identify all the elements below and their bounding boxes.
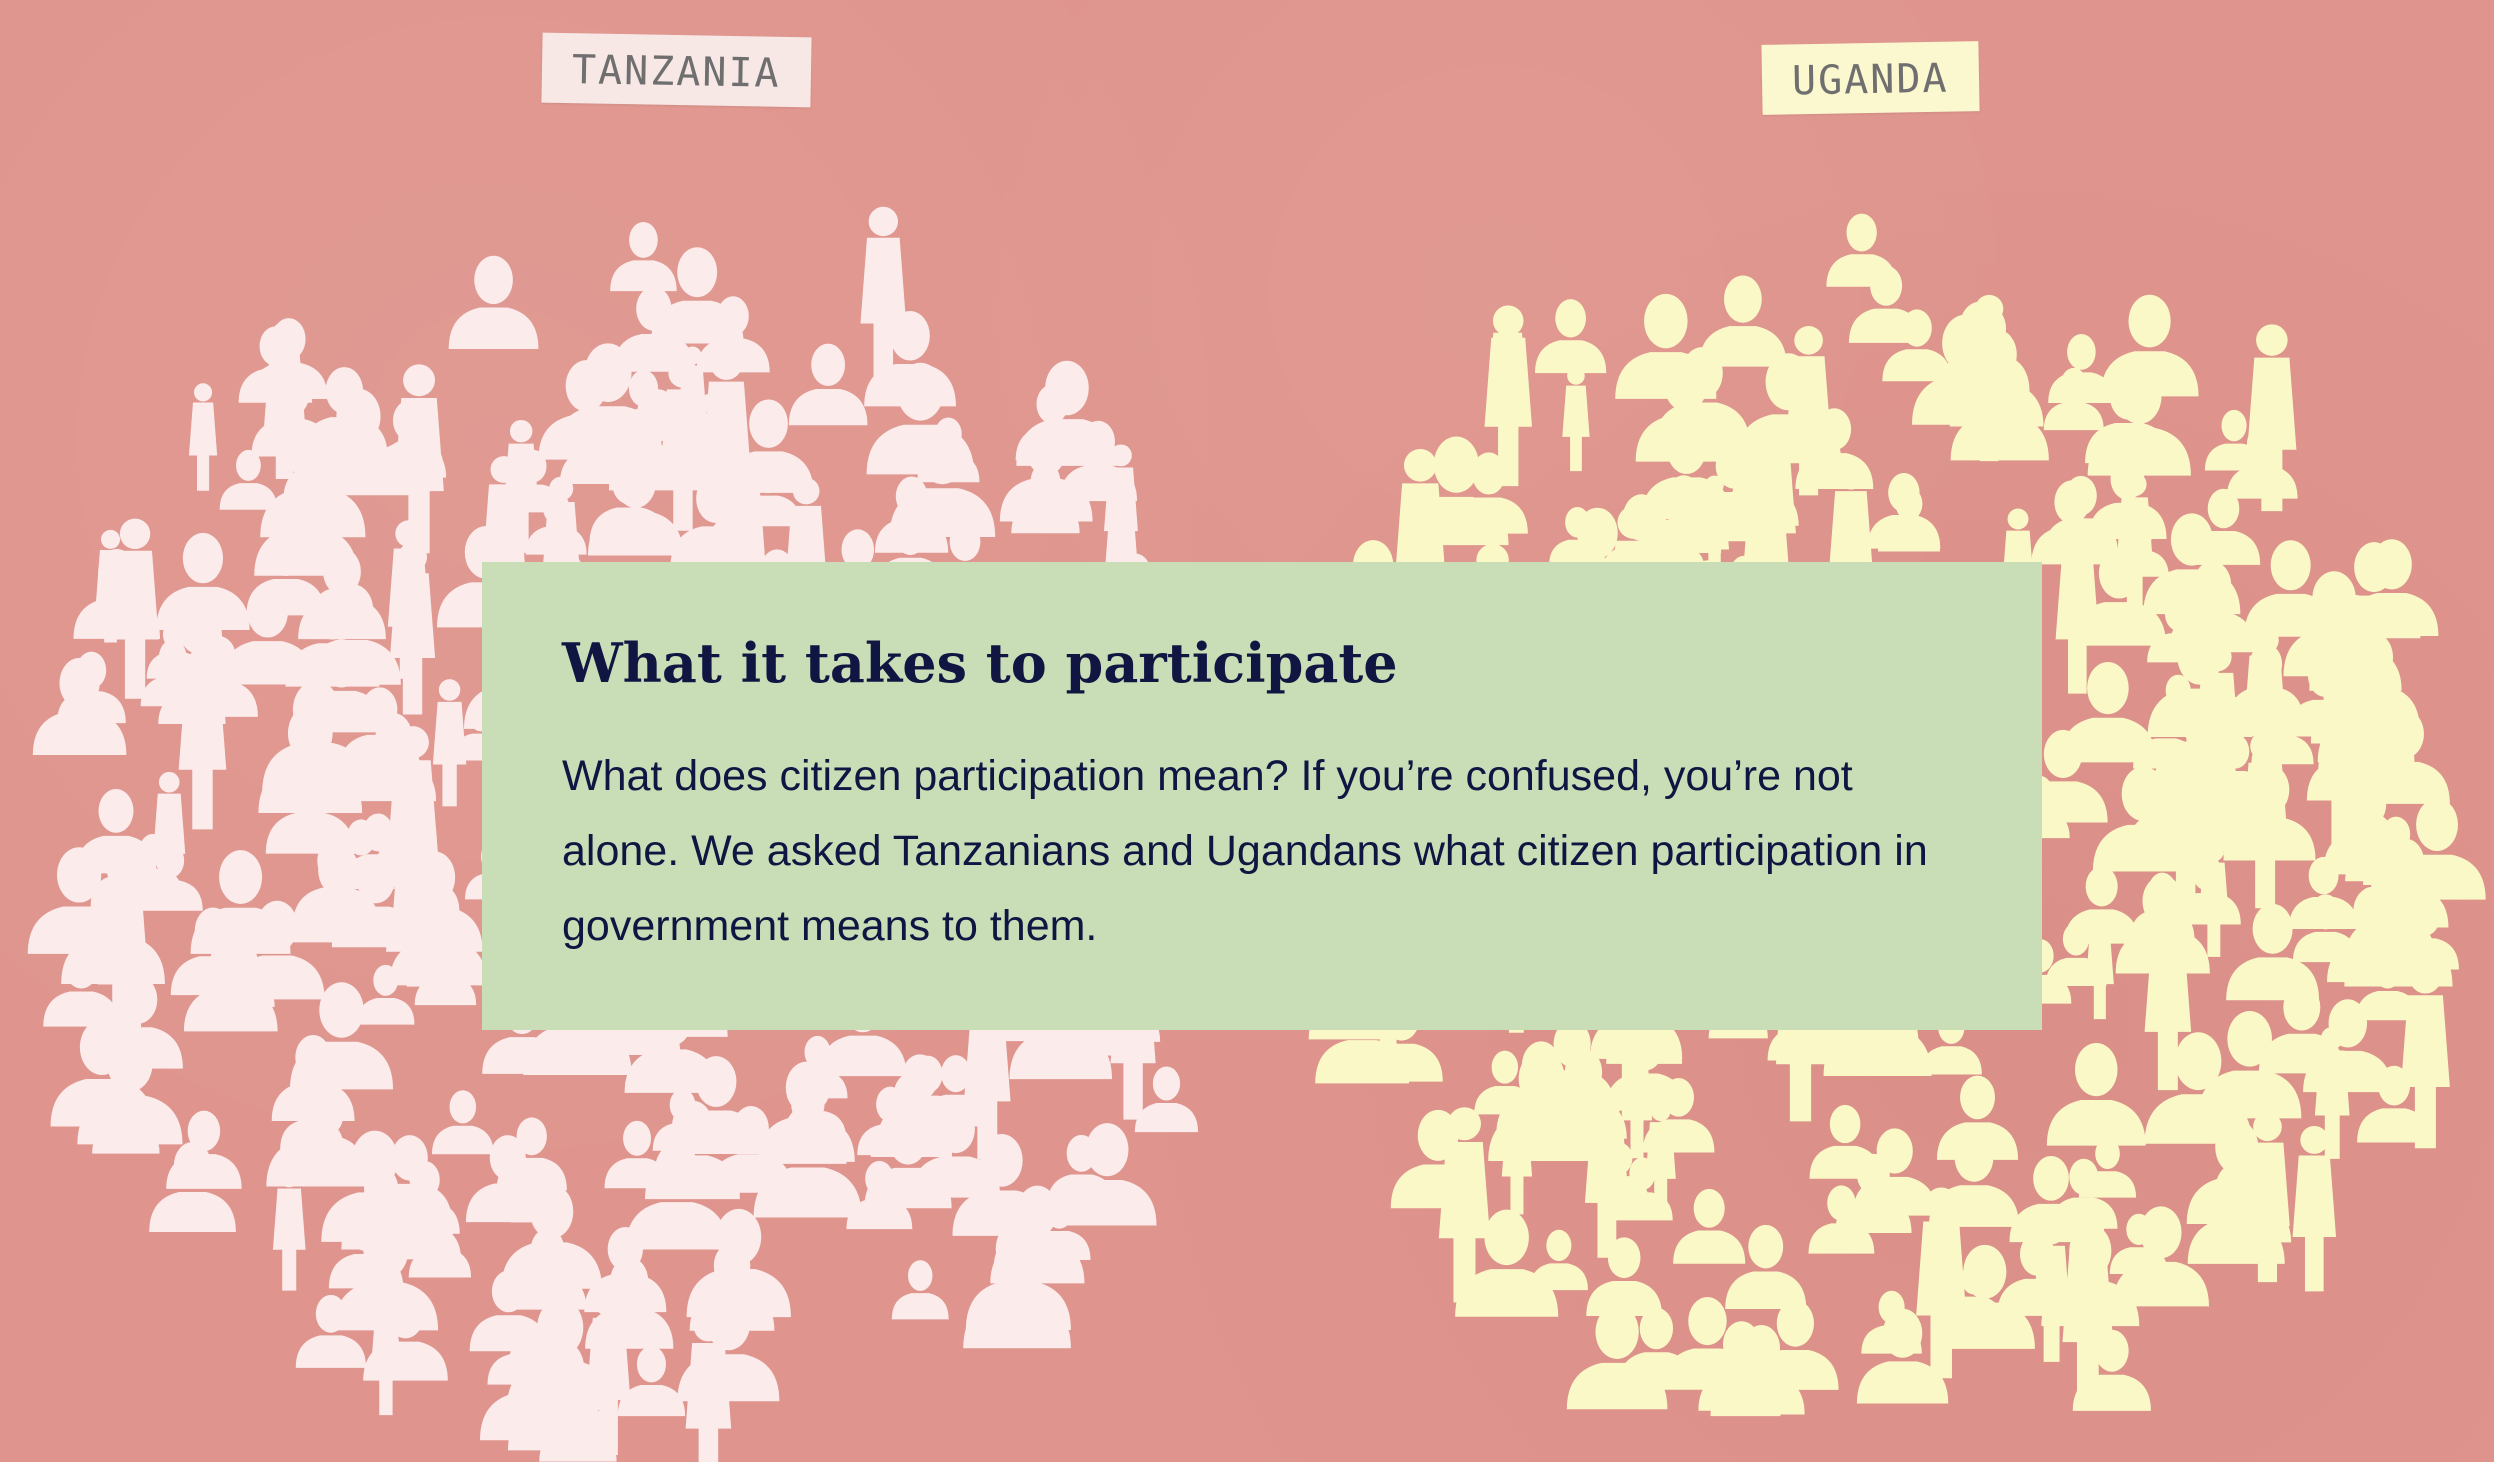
person-bust [1936, 1075, 2019, 1160]
person-bust [2046, 1042, 2146, 1146]
standing-person [1562, 367, 1590, 472]
uganda-label-text: UGANDA [1791, 55, 1949, 105]
person-bust [610, 222, 677, 292]
person-bust [891, 1260, 949, 1320]
person-bust [1673, 1188, 1746, 1264]
tanzania-label: TANZANIA [541, 32, 812, 108]
tanzania-label-text: TANZANIA [571, 47, 782, 97]
uganda-label: UGANDA [1761, 41, 1980, 115]
card-title: What it takes to participate [562, 631, 1398, 695]
person-bust [431, 1090, 494, 1155]
standing-person [188, 383, 218, 491]
person-bust [1134, 1066, 1199, 1133]
person-bust [788, 343, 868, 426]
person-bust [448, 255, 539, 349]
person-bust [219, 449, 278, 510]
standing-person [432, 679, 467, 807]
person-bust [1535, 299, 1607, 374]
person-bust [1867, 472, 1941, 549]
intro-card: What it takes to participate What does c… [482, 562, 2042, 1030]
card-body: What does citizen participation mean? If… [562, 752, 1928, 951]
person-bust [1725, 1224, 1807, 1309]
